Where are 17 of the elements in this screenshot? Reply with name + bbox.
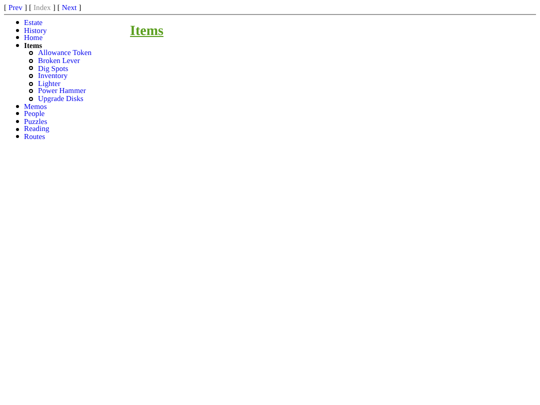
page-heading: Items — [130, 25, 164, 39]
bullet-icon — [16, 128, 19, 131]
circle-bullet-icon — [29, 96, 33, 101]
bullet-icon — [16, 44, 19, 48]
bullet-icon — [16, 104, 19, 108]
bullet-icon — [16, 120, 19, 124]
circle-bullet-icon — [29, 66, 33, 70]
circle-bullet-icon — [29, 74, 33, 78]
circle-bullet-icon — [29, 82, 33, 86]
bullet-icon — [16, 21, 19, 24]
bullet-icon — [16, 36, 19, 40]
bullet-icon — [16, 112, 19, 116]
bullet-icon — [16, 28, 19, 32]
circle-bullet-icon — [29, 58, 33, 63]
circle-bullet-icon — [29, 51, 33, 56]
circle-bullet-icon — [29, 89, 33, 94]
bullet-icon — [16, 135, 19, 138]
